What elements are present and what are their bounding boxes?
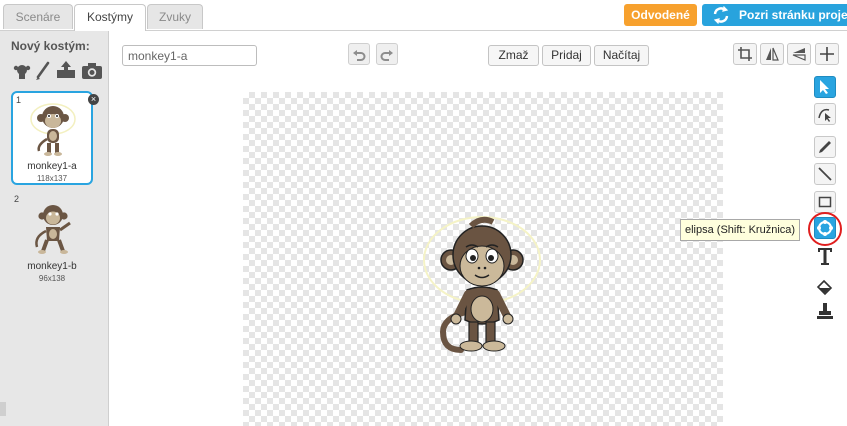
paint-from-library-icon[interactable] (12, 61, 32, 81)
upload-icon[interactable] (55, 60, 77, 80)
reshape-icon (818, 108, 831, 122)
refresh-arrows-icon (713, 6, 729, 24)
costume-number: 1 (16, 95, 22, 105)
line-tool[interactable] (814, 163, 836, 185)
paint-bucket-icon (816, 279, 833, 296)
costume-name: monkey1-b (27, 261, 77, 272)
crop-icon (738, 47, 752, 61)
text-tool[interactable] (814, 245, 836, 267)
text-t-icon (818, 248, 832, 265)
clear-button[interactable]: Zmaž (488, 45, 539, 66)
rectangle-icon (818, 196, 832, 208)
pencil-icon (819, 141, 831, 153)
flip-horizontal-icon (766, 47, 779, 61)
undo-button[interactable] (348, 43, 370, 65)
costume-thumbnail-2[interactable]: 2 monkey1-b 96x138 (11, 191, 93, 285)
tab-scripts[interactable]: Scenáre (3, 4, 73, 29)
crosshair-icon (820, 47, 834, 61)
paint-canvas[interactable] (243, 92, 723, 426)
pencil-tool[interactable] (814, 136, 836, 158)
delete-costume-icon[interactable]: × (88, 94, 99, 105)
highlight-circle (808, 212, 842, 246)
flip-vertical-icon (792, 48, 806, 61)
costume-name: monkey1-a (27, 161, 77, 172)
redo-icon (380, 50, 393, 61)
see-project-page-label: Pozri stránku proje (739, 8, 847, 22)
select-tool[interactable] (814, 76, 836, 98)
crop-tool[interactable] (733, 43, 757, 65)
costume-name-input[interactable] (122, 45, 257, 66)
new-costume-label: Nový kostým: (11, 39, 90, 53)
paint-brush-icon[interactable] (34, 61, 52, 81)
tab-costumes[interactable]: Kostýmy (74, 4, 146, 31)
fill-tool[interactable] (814, 277, 836, 299)
undo-icon (353, 50, 366, 61)
costume-thumbnail-1[interactable]: 1 monkey1-a 118x137 (11, 91, 93, 185)
stamp-tool[interactable] (814, 300, 836, 322)
add-button[interactable]: Pridaj (542, 45, 591, 66)
remix-button[interactable]: Odvodené (624, 4, 697, 26)
monkey-thumbnail-image (35, 205, 71, 254)
costume-size: 96x138 (38, 274, 66, 283)
reshape-tool[interactable] (814, 103, 836, 125)
camera-icon[interactable] (81, 62, 103, 80)
costume-number: 2 (14, 194, 20, 204)
line-icon (818, 167, 832, 181)
see-project-page-button[interactable]: Pozri stránku proje (702, 4, 847, 26)
rectangle-tool[interactable] (814, 191, 836, 213)
stamp-icon (817, 303, 833, 319)
arrow-cursor-icon (820, 80, 829, 94)
ellipse-tooltip: elipsa (Shift: Kružnica) (680, 219, 801, 241)
costume-size: 118x137 (36, 174, 68, 183)
redo-button[interactable] (376, 43, 398, 65)
monkey-thumbnail-image (30, 103, 76, 156)
monkey-costume-image (423, 216, 541, 353)
tab-sounds[interactable]: Zvuky (147, 4, 203, 29)
set-costume-center-tool[interactable] (815, 43, 839, 65)
flip-horizontal-tool[interactable] (760, 43, 784, 65)
flip-vertical-tool[interactable] (787, 43, 811, 65)
import-button[interactable]: Načítaj (594, 45, 649, 66)
scrollbar-handle[interactable] (0, 402, 6, 416)
